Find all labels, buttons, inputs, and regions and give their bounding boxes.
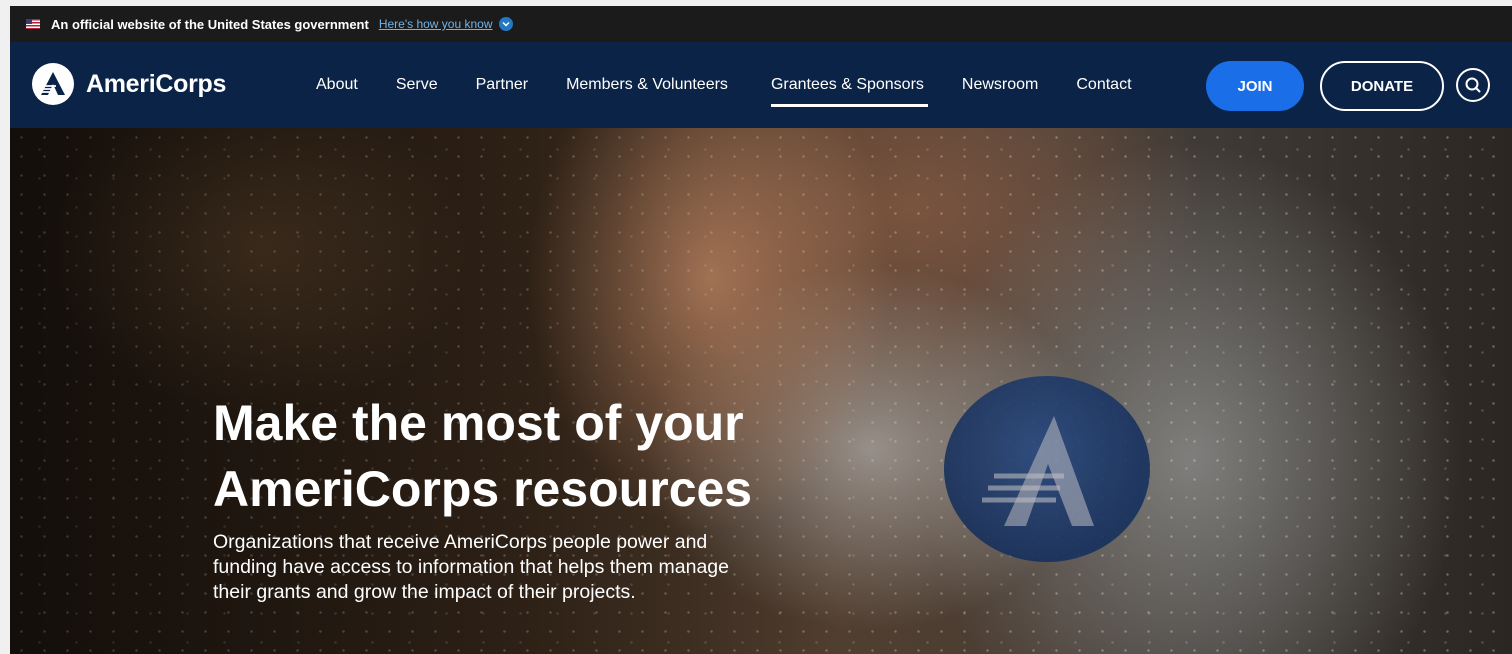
heres-how-you-know-link[interactable]: Here's how you know [379, 17, 493, 31]
nav-item-grantees-sponsors[interactable]: Grantees & Sponsors [770, 76, 928, 107]
nav-item-contact[interactable]: Contact [1076, 76, 1131, 94]
browser-frame: An official website of the United States… [0, 0, 1512, 654]
main-nav: About Serve Partner Members & Volunteers… [316, 42, 1170, 128]
gov-banner-text: An official website of the United States… [51, 16, 369, 32]
hero-title-line: Make the most of your [213, 395, 744, 451]
hero-subtitle-line: funding have access to information that … [213, 556, 729, 578]
search-icon [1465, 77, 1481, 93]
hero-title-line: AmeriCorps resources [213, 461, 753, 517]
search-button[interactable] [1456, 68, 1490, 102]
join-button[interactable]: JOIN [1206, 61, 1304, 111]
hero-section: Make the most of your AmeriCorps resourc… [10, 128, 1512, 654]
nav-item-members-volunteers[interactable]: Members & Volunteers [566, 76, 728, 94]
chevron-down-icon[interactable] [498, 17, 513, 31]
hero-subtitle: Organizations that receive AmeriCorps pe… [213, 530, 813, 605]
us-flag-icon [26, 19, 40, 29]
site-header: AmeriCorps About Serve Partner Members &… [10, 42, 1512, 128]
americorps-logo-icon [32, 63, 74, 105]
logo-text: AmeriCorps [86, 69, 227, 98]
gov-banner: An official website of the United States… [10, 6, 1512, 42]
hero-subtitle-line: their grants and grow the impact of thei… [213, 581, 636, 603]
page-viewport: An official website of the United States… [10, 6, 1512, 654]
nav-item-newsroom[interactable]: Newsroom [962, 76, 1038, 94]
donate-button[interactable]: DONATE [1320, 61, 1444, 111]
nav-item-about[interactable]: About [316, 76, 358, 94]
hero-content: Make the most of your AmeriCorps resourc… [213, 390, 853, 605]
nav-item-serve[interactable]: Serve [396, 76, 438, 94]
americorps-logo[interactable]: AmeriCorps [32, 63, 226, 105]
hero-subtitle-line: Organizations that receive AmeriCorps pe… [213, 531, 708, 553]
nav-item-partner[interactable]: Partner [476, 76, 528, 94]
hero-title: Make the most of your AmeriCorps resourc… [213, 390, 853, 522]
